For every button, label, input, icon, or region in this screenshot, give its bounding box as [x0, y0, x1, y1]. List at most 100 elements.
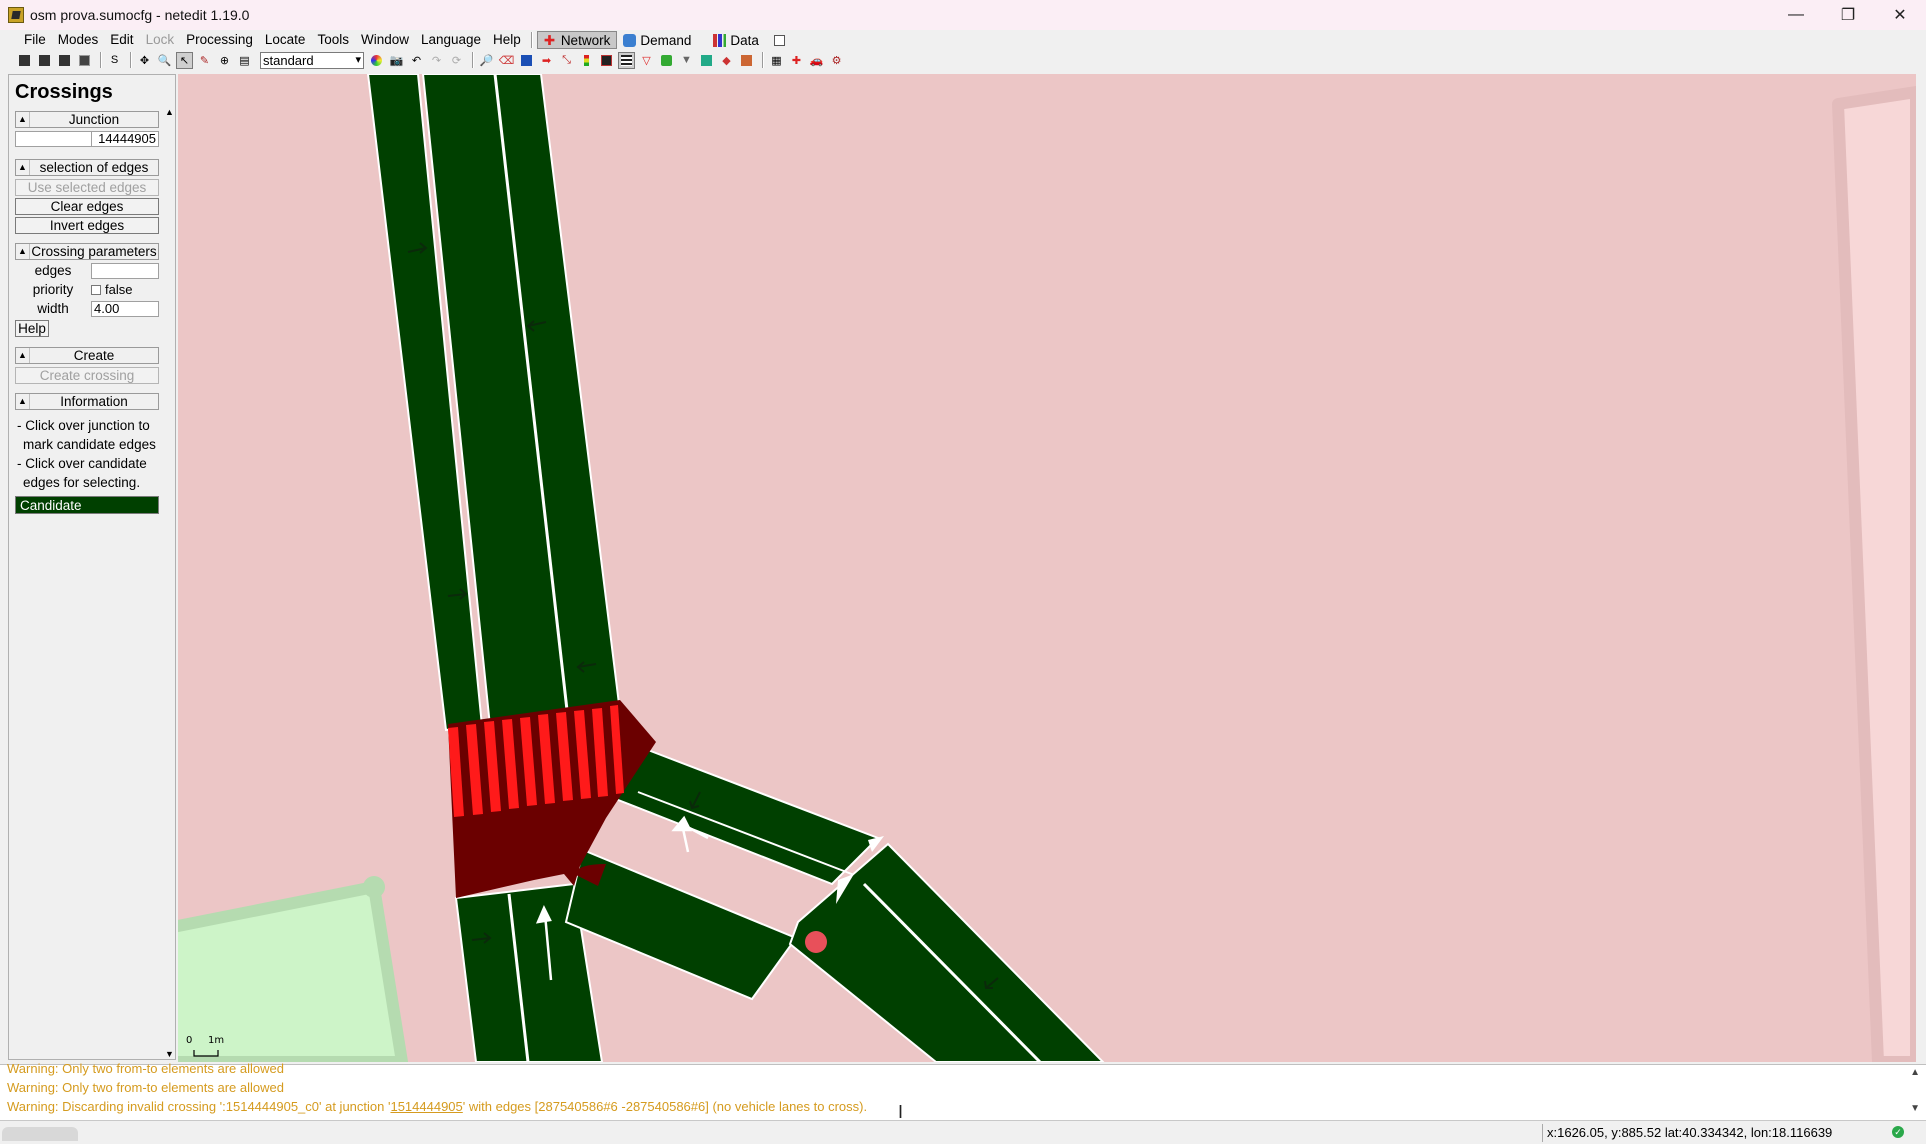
junction-header[interactable]: ▲ Junction: [15, 111, 159, 128]
create-header[interactable]: ▲ Create: [15, 347, 159, 364]
toolbar-separator: [472, 52, 474, 68]
shape-mode-icon[interactable]: [738, 52, 755, 69]
building-polygon[interactable]: [1832, 86, 1916, 1062]
toolbar-separator: [762, 52, 764, 68]
open-network-icon[interactable]: [36, 52, 53, 69]
menu-processing[interactable]: Processing: [180, 30, 259, 50]
junction-id-row: 14444905: [15, 130, 159, 147]
checkbox-icon[interactable]: [91, 284, 101, 295]
traffic-light-icon[interactable]: [578, 52, 595, 69]
reload-icon[interactable]: ⟳: [448, 52, 465, 69]
network-drawing[interactable]: 0 1m: [178, 74, 1916, 1062]
move-mode-icon[interactable]: ⤡: [558, 52, 575, 69]
locate-icon[interactable]: ⊕: [216, 52, 233, 69]
create-crossing-button[interactable]: Create crossing: [15, 367, 159, 384]
screenshot-icon[interactable]: 📷: [388, 52, 405, 69]
toggle-window-icon[interactable]: [771, 32, 788, 49]
polygon-mode-icon[interactable]: ◆: [718, 52, 735, 69]
inspect-mode-icon[interactable]: 🔎: [478, 52, 495, 69]
help-button[interactable]: Help: [15, 320, 49, 337]
status-bar: x:1626.05, y:885.52 lat:40.334342, lon:1…: [0, 1120, 1926, 1144]
viewport-icon[interactable]: ▤: [236, 52, 253, 69]
network-supermode-button[interactable]: ✚ Network: [536, 31, 618, 49]
junction-link[interactable]: 1514444905: [390, 1099, 462, 1114]
netedit-app-icon: [8, 7, 24, 23]
menu-help[interactable]: Help: [487, 30, 527, 50]
information-header[interactable]: ▲ Information: [15, 393, 159, 410]
undo-icon[interactable]: ↶: [408, 52, 425, 69]
use-selected-edges-button[interactable]: Use selected edges: [15, 179, 159, 196]
merge-icon[interactable]: ⚙: [828, 52, 845, 69]
selection-header[interactable]: ▲ selection of edges: [15, 159, 159, 176]
grid-icon[interactable]: ▦: [768, 52, 785, 69]
information-header-label: Information: [60, 394, 128, 409]
width-label: width: [37, 301, 69, 316]
vehicle-icon[interactable]: 🚗: [808, 52, 825, 69]
collapse-icon[interactable]: ▲: [16, 394, 30, 409]
s-button[interactable]: S: [106, 52, 123, 69]
crossing-parameters-group: ▲ Crossing parameters edges priority fal…: [15, 243, 159, 337]
create-edge-icon[interactable]: ➡: [538, 52, 555, 69]
message-scroll-up-icon[interactable]: ▲: [1910, 1067, 1920, 1078]
network-canvas[interactable]: 0 1m: [178, 74, 1916, 1062]
message-scroll-down-icon[interactable]: ▼: [1910, 1103, 1920, 1114]
park-vertex[interactable]: [363, 876, 385, 898]
road-east-upper-edge[interactable]: [606, 748, 880, 886]
zoom-icon[interactable]: 🔍: [156, 52, 173, 69]
close-button[interactable]: ✕: [1874, 0, 1926, 30]
junction-shape-icon[interactable]: ✚: [788, 52, 805, 69]
menu-file[interactable]: File: [18, 30, 52, 50]
collapse-icon[interactable]: ▲: [16, 160, 30, 175]
collapse-icon[interactable]: ▲: [16, 348, 30, 363]
info-line: - Click over candidate: [17, 456, 147, 471]
scale-label-zero: 0: [186, 1035, 192, 1046]
save-network-icon[interactable]: [56, 52, 73, 69]
priority-checkbox[interactable]: false: [91, 282, 132, 297]
scroll-up-icon[interactable]: ▲: [165, 107, 174, 117]
priority-value: false: [105, 282, 133, 297]
color-wheel-icon[interactable]: [368, 52, 385, 69]
junction-id-field[interactable]: 14444905: [91, 130, 159, 147]
junction-group: ▲ Junction 14444905: [15, 111, 159, 147]
message-window[interactable]: Warning: Only two from-to elements are a…: [0, 1061, 1926, 1120]
collapse-icon[interactable]: ▲: [16, 112, 30, 127]
menu-lock[interactable]: Lock: [140, 30, 181, 50]
demand-supermode-button[interactable]: Demand: [617, 31, 697, 49]
visualization-scheme-select[interactable]: standard: [260, 51, 364, 69]
crossing-mode-icon[interactable]: [618, 51, 635, 69]
status-tab[interactable]: [2, 1127, 78, 1141]
select-pointer-icon[interactable]: ↖: [176, 51, 193, 69]
prohibition-mode-icon[interactable]: ▽: [638, 52, 655, 69]
save-all-icon[interactable]: [76, 52, 93, 69]
redo-icon[interactable]: ↷: [428, 52, 445, 69]
wire-mode-icon[interactable]: ▼: [678, 52, 695, 69]
collapse-icon[interactable]: ▲: [16, 244, 30, 259]
scroll-down-icon[interactable]: ▼: [165, 1049, 174, 1059]
edges-input[interactable]: [91, 262, 159, 279]
menu-edit[interactable]: Edit: [104, 30, 139, 50]
minimize-button[interactable]: —: [1770, 0, 1822, 30]
data-supermode-button[interactable]: Data: [707, 31, 765, 49]
taz-mode-icon[interactable]: [698, 52, 715, 69]
recenter-view-icon[interactable]: ✥: [136, 52, 153, 69]
frame-title: Crossings: [15, 81, 113, 103]
connection-mode-icon[interactable]: [598, 52, 615, 69]
additional-mode-icon[interactable]: [658, 52, 675, 69]
junction-vertex-marker[interactable]: [805, 931, 827, 953]
delete-mode-icon[interactable]: ⌫: [498, 52, 515, 69]
menu-modes[interactable]: Modes: [52, 30, 105, 50]
invert-edges-button[interactable]: Invert edges: [15, 217, 159, 234]
edit-viewport-icon[interactable]: ✎: [196, 52, 213, 69]
restore-button[interactable]: ❐: [1822, 0, 1874, 30]
menu-language[interactable]: Language: [415, 30, 487, 50]
frame-scrollbar[interactable]: ▲ ▼: [163, 107, 175, 1059]
new-network-icon[interactable]: [16, 52, 33, 69]
menu-window[interactable]: Window: [355, 30, 415, 50]
crossing-parameters-header[interactable]: ▲ Crossing parameters: [15, 243, 159, 260]
netedit-window: osm prova.sumocfg - netedit 1.19.0 — ❐ ✕…: [0, 0, 1926, 1144]
clear-edges-button[interactable]: Clear edges: [15, 198, 159, 215]
select-mode-icon[interactable]: [518, 52, 535, 69]
menu-locate[interactable]: Locate: [259, 30, 312, 50]
menu-tools[interactable]: Tools: [311, 30, 355, 50]
width-input[interactable]: 4.00: [91, 300, 159, 317]
